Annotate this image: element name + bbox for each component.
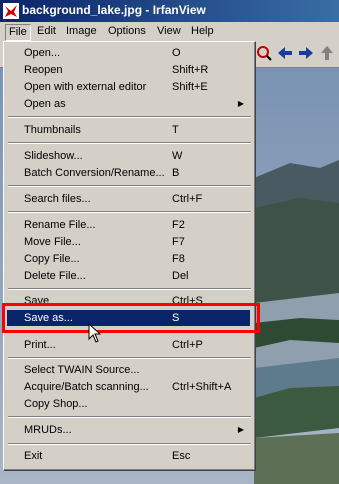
menu-item-delete-file[interactable]: Delete File... Del xyxy=(7,268,250,284)
menu-item-shortcut: Shift+R xyxy=(172,64,209,76)
menu-item-mruds[interactable]: MRUDs... ▶ xyxy=(7,422,250,438)
menu-item-label: Select TWAIN Source... xyxy=(24,364,140,376)
menu-item-print[interactable]: Print... Ctrl+P xyxy=(7,337,250,353)
menu-item-label: Rename File... xyxy=(24,219,96,231)
menu-item-open-with-external-editor[interactable]: Open with external editor Shift+E xyxy=(7,79,250,95)
menu-item-label: Open with external editor xyxy=(24,81,147,93)
menu-item-label: Slideshow... xyxy=(24,150,83,162)
menu-item-label: Acquire/Batch scanning... xyxy=(24,381,149,393)
menu-image[interactable]: Image xyxy=(63,24,100,39)
menu-item-label: Move File... xyxy=(24,236,81,248)
menu-separator xyxy=(8,288,251,290)
menu-item-open[interactable]: Open... O xyxy=(7,45,250,61)
menu-item-shortcut: O xyxy=(172,47,181,59)
menu-separator xyxy=(8,443,251,445)
menu-item-label: Copy Shop... xyxy=(24,398,88,410)
next-arrow-icon[interactable] xyxy=(297,44,315,62)
menu-separator xyxy=(8,211,251,213)
menu-item-shortcut: F8 xyxy=(172,253,185,265)
menu-item-open-as[interactable]: Open as ▶ xyxy=(7,96,250,112)
menu-options[interactable]: Options xyxy=(105,24,149,39)
menu-item-label: Print... xyxy=(24,339,56,351)
menu-item-reopen[interactable]: Reopen Shift+R xyxy=(7,62,250,78)
menu-edit[interactable]: Edit xyxy=(34,24,59,39)
menu-item-label: MRUDs... xyxy=(24,424,72,436)
menu-file[interactable]: File xyxy=(5,24,31,41)
previous-arrow-icon[interactable] xyxy=(276,44,294,62)
menu-item-label: Thumbnails xyxy=(24,124,81,136)
menu-item-slideshow[interactable]: Slideshow... W xyxy=(7,148,250,164)
menu-item-shortcut: F2 xyxy=(172,219,185,231)
menu-item-shortcut: Ctrl+P xyxy=(172,339,203,351)
menu-item-label: Batch Conversion/Rename... xyxy=(24,167,165,179)
menu-item-shortcut: W xyxy=(172,150,183,162)
menu-item-thumbnails[interactable]: Thumbnails T xyxy=(7,122,250,138)
menu-item-move-file[interactable]: Move File... F7 xyxy=(7,234,250,250)
menu-item-batch-conversion[interactable]: Batch Conversion/Rename... B xyxy=(7,165,250,181)
menu-item-select-twain-source[interactable]: Select TWAIN Source... xyxy=(7,362,250,378)
menu-item-shortcut: T xyxy=(172,124,179,136)
menu-item-label: Search files... xyxy=(24,193,91,205)
menu-separator xyxy=(8,116,251,118)
zoom-icon[interactable] xyxy=(255,44,273,62)
menu-item-label: Delete File... xyxy=(24,270,86,282)
submenu-arrow-icon: ▶ xyxy=(237,425,244,434)
menu-item-exit[interactable]: Exit Esc xyxy=(7,448,250,464)
menu-item-shortcut: F7 xyxy=(172,236,185,248)
menu-separator xyxy=(8,185,251,187)
menu-item-copy-shop[interactable]: Copy Shop... xyxy=(7,396,250,412)
menu-item-label: Reopen xyxy=(24,64,63,76)
menu-item-label: Open... xyxy=(24,47,61,59)
menu-separator xyxy=(8,416,251,418)
menu-separator xyxy=(8,357,251,359)
menu-item-label: Open as xyxy=(24,98,66,110)
menu-item-label: Exit xyxy=(24,450,43,462)
menu-view[interactable]: View xyxy=(154,24,184,39)
file-menu-dropdown: Open... O Reopen Shift+R Open with exter… xyxy=(3,41,256,471)
menu-help[interactable]: Help xyxy=(188,24,217,39)
menu-item-shortcut: Del xyxy=(172,270,189,282)
menu-separator xyxy=(8,142,251,144)
irfanview-app-icon xyxy=(3,3,19,19)
menu-item-shortcut: B xyxy=(172,167,180,179)
menu-item-shortcut: Esc xyxy=(172,450,191,462)
window-title: background_lake.jpg - IrfanView xyxy=(22,3,206,17)
menu-bar: File Edit Image Options View Help xyxy=(0,22,339,41)
mouse-cursor-icon xyxy=(88,323,102,343)
submenu-arrow-icon: ▶ xyxy=(237,99,244,108)
highlight-box xyxy=(2,303,260,333)
title-bar[interactable]: background_lake.jpg - IrfanView xyxy=(0,0,339,22)
menu-item-search-files[interactable]: Search files... Ctrl+F xyxy=(7,191,250,207)
menu-item-shortcut: Ctrl+Shift+A xyxy=(172,381,232,393)
menu-item-shortcut: Ctrl+F xyxy=(172,193,203,205)
menu-item-shortcut: Shift+E xyxy=(172,81,208,93)
menu-item-label: Copy File... xyxy=(24,253,80,265)
menu-item-acquire-batch-scanning[interactable]: Acquire/Batch scanning... Ctrl+Shift+A xyxy=(7,379,250,395)
menu-item-copy-file[interactable]: Copy File... F8 xyxy=(7,251,250,267)
upload-icon[interactable] xyxy=(318,44,336,62)
menu-item-rename-file[interactable]: Rename File... F2 xyxy=(7,217,250,233)
